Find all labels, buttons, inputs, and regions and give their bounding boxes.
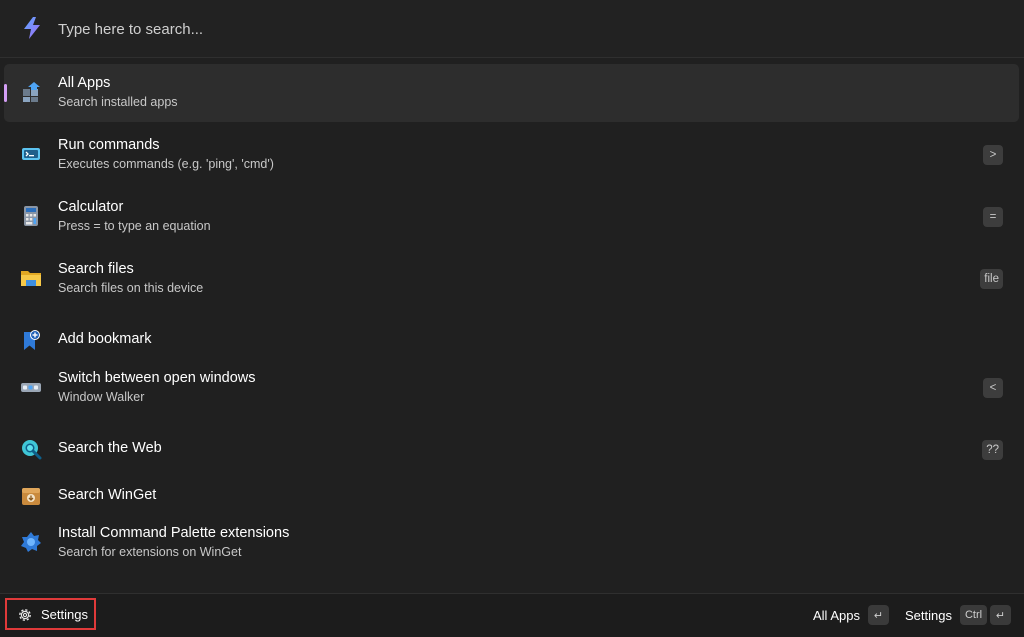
shortcut-badge: <: [983, 378, 1003, 398]
primary-action-label[interactable]: All Apps: [813, 608, 860, 623]
list-item-partial: [4, 576, 1019, 593]
list-item-install-extensions[interactable]: Install Command Palette extensions Searc…: [4, 514, 1019, 572]
results-list: All Apps Search installed apps Run comma…: [0, 58, 1024, 593]
item-subtitle: Search files on this device: [58, 281, 204, 295]
ctrl-key-badge: Ctrl: [960, 605, 987, 625]
shortcut-badge: >: [983, 145, 1003, 165]
list-item-run-commands[interactable]: Run commands Executes commands (e.g. 'pi…: [4, 126, 1019, 184]
calculator-icon: [24, 206, 38, 226]
enter-key-badge-secondary: ↵: [990, 605, 1011, 625]
item-title: Search files: [58, 261, 134, 277]
item-subtitle: Executes commands (e.g. 'ping', 'cmd'): [58, 157, 274, 171]
list-item-window-walker[interactable]: Switch between open windows Window Walke…: [4, 359, 1019, 417]
secondary-action-label[interactable]: Settings: [905, 608, 952, 623]
item-title: All Apps: [58, 75, 111, 91]
item-title: Install Command Palette extensions: [58, 525, 290, 541]
command-palette-logo-icon: [24, 17, 40, 39]
list-item-all-apps[interactable]: All Apps Search installed apps: [4, 64, 1019, 122]
item-title: Add bookmark: [58, 331, 152, 347]
gear-icon: [19, 609, 31, 621]
footer-bar: Settings All Apps ↵ Settings Ctrl ↵: [0, 593, 1024, 637]
search-input[interactable]: [58, 17, 958, 41]
item-title: Switch between open windows: [58, 370, 256, 386]
item-subtitle: Window Walker: [58, 390, 145, 404]
window-walker-icon: [21, 383, 41, 392]
settings-button[interactable]: Settings: [5, 598, 96, 630]
item-title: Run commands: [58, 137, 160, 153]
folder-icon: [21, 271, 41, 286]
all-apps-icon: [23, 82, 40, 102]
bookmark-add-icon: [24, 330, 40, 350]
item-title: Calculator: [58, 199, 124, 215]
shortcut-badge: ??: [982, 440, 1003, 460]
item-subtitle: Search installed apps: [58, 95, 178, 109]
item-subtitle: Search for extensions on WinGet: [58, 545, 242, 559]
item-title: Search WinGet: [58, 487, 157, 503]
item-title: Search the Web: [58, 440, 162, 456]
enter-key-badge: ↵: [868, 605, 889, 625]
search-bar: [0, 0, 1024, 58]
winget-icon: [22, 488, 40, 505]
terminal-icon: [22, 148, 40, 160]
web-search-icon: [22, 440, 42, 460]
item-subtitle: Press = to type an equation: [58, 219, 211, 233]
shortcut-badge: file: [980, 269, 1003, 289]
extensions-icon: [21, 532, 41, 552]
shortcut-badge: =: [983, 207, 1003, 227]
settings-label: Settings: [41, 607, 88, 622]
list-item-search-files[interactable]: Search files Search files on this device…: [4, 250, 1019, 308]
selection-indicator: [4, 84, 7, 102]
list-item-calculator[interactable]: Calculator Press = to type an equation =: [4, 188, 1019, 246]
